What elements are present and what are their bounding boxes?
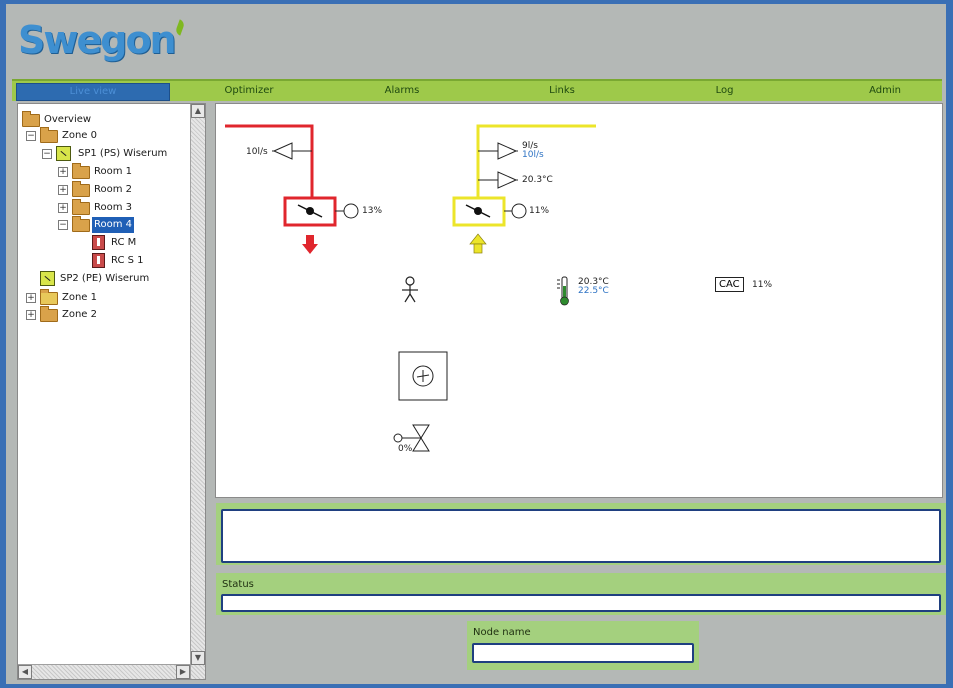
live-view-diagram: 10l/s 13% 9l/s 10l/s 20.3°C 11% 20.3°C 2… bbox=[215, 103, 943, 498]
message-area[interactable] bbox=[221, 509, 941, 563]
supply-diffuser-icon[interactable] bbox=[272, 142, 312, 160]
nav-alarms[interactable]: Alarms bbox=[382, 83, 422, 99]
diagram-graphics bbox=[225, 124, 596, 452]
room-controller-icon bbox=[92, 235, 105, 250]
supply-damper-icon[interactable] bbox=[297, 203, 359, 219]
collapse-icon[interactable]: − bbox=[42, 149, 52, 159]
folder-icon bbox=[72, 163, 90, 179]
expand-icon[interactable]: + bbox=[58, 185, 68, 195]
expand-icon[interactable]: + bbox=[26, 310, 36, 320]
nav-admin[interactable]: Admin bbox=[865, 83, 905, 99]
folder-icon bbox=[40, 306, 58, 322]
room-temp-setpoint: 22.5°C bbox=[578, 286, 609, 296]
valve-value: 0% bbox=[398, 444, 413, 454]
status-field[interactable] bbox=[221, 594, 941, 612]
swegon-logo: Swegon bbox=[18, 18, 177, 62]
scroll-left-icon[interactable]: ◀ bbox=[18, 665, 32, 679]
extract-damper-icon[interactable] bbox=[465, 203, 527, 219]
scroll-down-icon[interactable]: ▼ bbox=[191, 651, 205, 665]
supply-duct bbox=[225, 124, 337, 227]
folder-icon bbox=[72, 216, 90, 232]
scroll-right-icon[interactable]: ▶ bbox=[176, 665, 190, 679]
extract-damper-value: 11% bbox=[529, 206, 550, 216]
collapse-icon[interactable]: − bbox=[58, 220, 68, 230]
supply-damper-value: 13% bbox=[362, 206, 383, 216]
status-panel: Status bbox=[216, 573, 946, 615]
extract-diffuser-icon[interactable] bbox=[478, 142, 518, 160]
collapse-icon[interactable]: − bbox=[26, 131, 36, 141]
occupancy-person-icon bbox=[402, 276, 418, 303]
air-unit-icon bbox=[56, 146, 71, 161]
supply-flow-value: 10l/s bbox=[246, 147, 268, 157]
folder-icon bbox=[22, 111, 40, 127]
app-frame: Swegon Live view Optimizer Alarms Links … bbox=[6, 4, 946, 684]
thermometer-icon bbox=[557, 276, 569, 306]
cac-value: 11% bbox=[752, 280, 773, 290]
cac-badge: CAC bbox=[715, 277, 744, 292]
folder-icon bbox=[72, 199, 90, 215]
room-controller-icon[interactable] bbox=[398, 351, 448, 401]
nav-live-view[interactable]: Live view bbox=[16, 83, 170, 101]
expand-icon[interactable]: + bbox=[58, 167, 68, 177]
scroll-up-icon[interactable]: ▲ bbox=[191, 104, 205, 118]
nav-log[interactable]: Log bbox=[712, 83, 737, 99]
room-controller-icon bbox=[92, 253, 105, 268]
expand-icon[interactable]: + bbox=[26, 293, 36, 303]
horizontal-scrollbar[interactable]: ◀ ▶ bbox=[18, 664, 190, 679]
nav-optimizer[interactable]: Optimizer bbox=[224, 83, 274, 99]
extract-temp-sensor-icon[interactable] bbox=[478, 171, 518, 189]
node-name-label: Node name bbox=[473, 627, 531, 638]
air-unit-icon bbox=[40, 271, 55, 286]
tree-panel: Overview − Zone 0 − SP1 (PS) Wiserum + R… bbox=[17, 103, 206, 680]
message-panel bbox=[216, 503, 946, 565]
header: Swegon bbox=[6, 4, 946, 78]
extract-flow-setpoint: 10l/s bbox=[522, 150, 544, 160]
supply-arrow-icon bbox=[302, 235, 318, 254]
node-name-panel: Node name bbox=[467, 621, 699, 670]
expand-icon[interactable]: + bbox=[58, 203, 68, 213]
nav-links[interactable]: Links bbox=[547, 83, 577, 99]
warning-folder-icon bbox=[40, 289, 58, 305]
vertical-scrollbar[interactable]: ▲ ▼ bbox=[190, 104, 205, 679]
folder-icon bbox=[40, 127, 58, 143]
logo-leaf-icon bbox=[174, 19, 186, 36]
extract-arrow-icon bbox=[469, 233, 487, 254]
folder-icon bbox=[72, 181, 90, 197]
extract-temp-value: 20.3°C bbox=[522, 175, 553, 185]
status-label: Status bbox=[222, 579, 254, 590]
main-nav: Live view Optimizer Alarms Links Log Adm… bbox=[12, 79, 942, 101]
node-name-field[interactable] bbox=[472, 643, 694, 663]
